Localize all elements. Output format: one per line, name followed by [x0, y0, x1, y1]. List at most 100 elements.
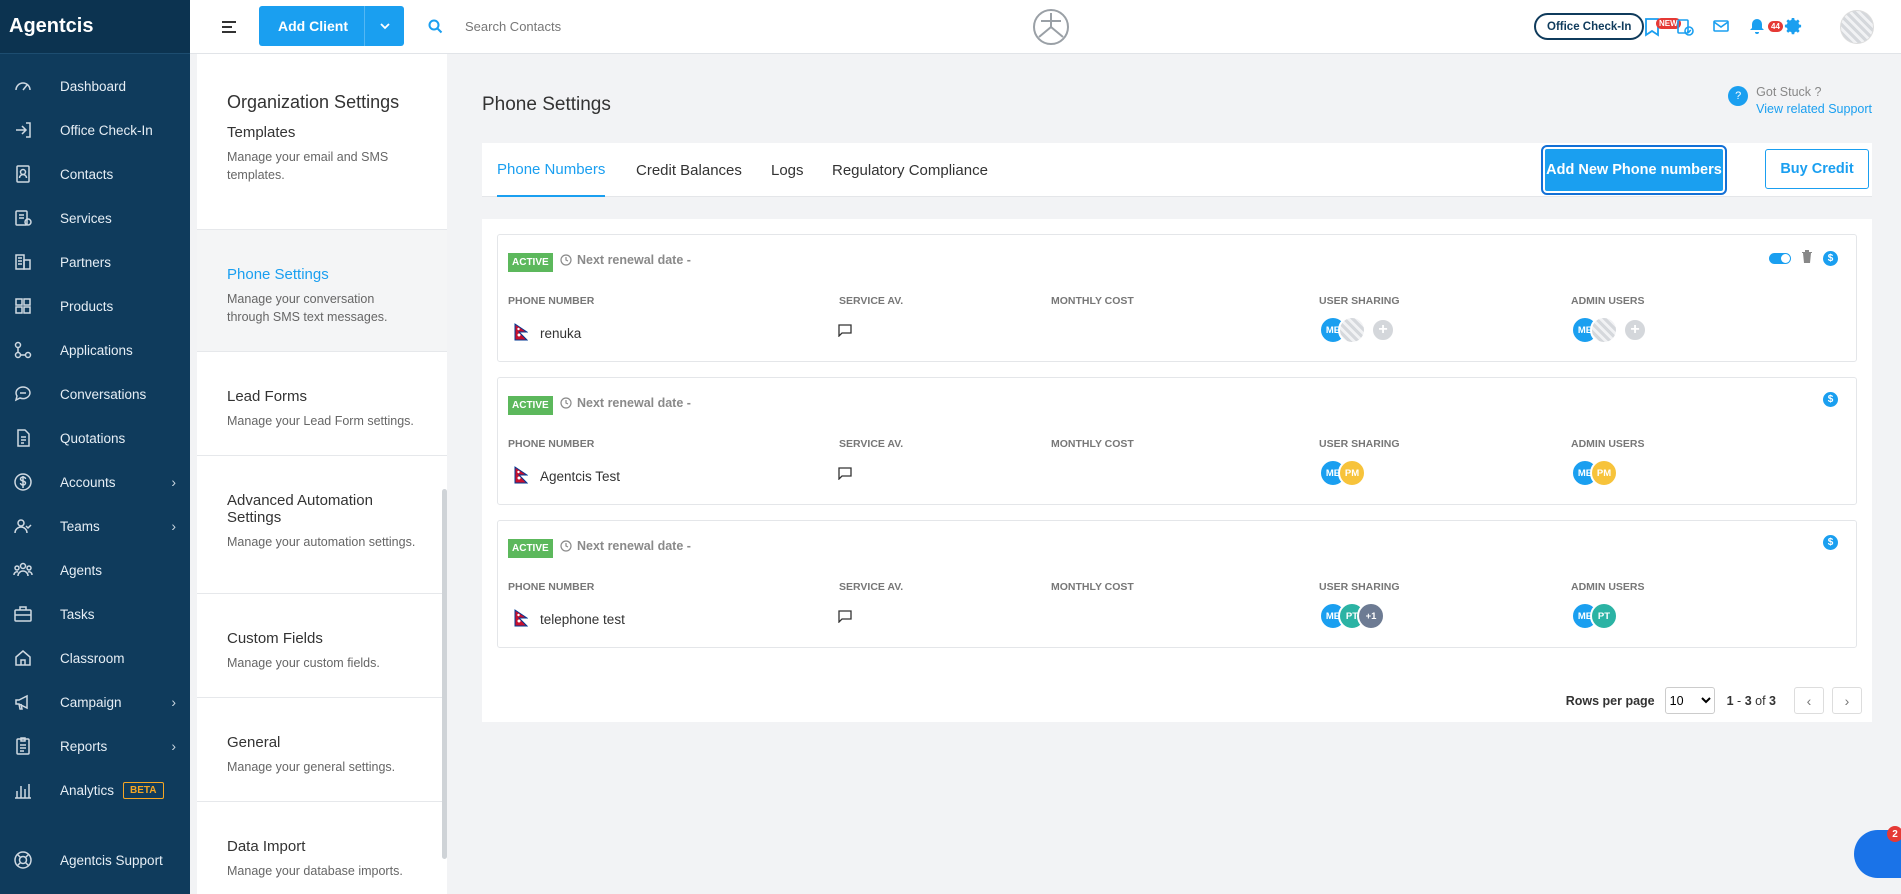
next-page-button[interactable]: ›	[1832, 687, 1862, 714]
beta-badge: BETA	[123, 781, 164, 799]
dollar-icon	[12, 471, 34, 493]
settings-item-title: General	[227, 734, 281, 751]
add-client-label: Add Client	[278, 18, 348, 34]
sidebar-item-conversations[interactable]: Conversations	[0, 372, 190, 416]
sidebar-item-reports[interactable]: Reports ›	[0, 724, 190, 768]
checkin-icon	[12, 119, 34, 141]
sidebar-item-label: Accounts	[60, 474, 116, 490]
sidebar-item-agents[interactable]: Agents	[0, 548, 190, 592]
settings-item-description: Manage your conversation through SMS tex…	[227, 292, 388, 324]
settings-item-lead-forms[interactable]: Lead Forms Manage your Lead Form settings…	[197, 352, 447, 456]
settings-item-description: Manage your general settings.	[227, 760, 396, 774]
prev-page-button[interactable]: ‹	[1794, 687, 1824, 714]
phone-card: ACTIVE Next renewal date - $ PHONE NUMBER SE…	[497, 520, 1857, 648]
settings-item-general[interactable]: General Manage your general settings.	[197, 698, 447, 802]
sidebar-item-label: Contacts	[60, 166, 114, 182]
tab-logs[interactable]: Logs	[771, 143, 804, 197]
settings-item-phone-settings[interactable]: Phone Settings Manage your conversation t…	[197, 230, 447, 352]
tab-credit-balances[interactable]: Credit Balances	[636, 143, 742, 197]
rows-per-page-select[interactable]: 10	[1664, 687, 1715, 714]
sidebar-item-label: Dashboard	[60, 78, 127, 94]
sidebar-item-label: Applications	[60, 342, 133, 358]
settings-item-description: Manage your automation settings.	[227, 535, 416, 549]
sidebar-item-tasks[interactable]: Tasks	[0, 592, 190, 636]
add-client-button[interactable]: Add Client	[259, 6, 404, 46]
settings-item-custom-fields[interactable]: Custom Fields Manage your custom fields.	[197, 594, 447, 698]
sidebar-item-products[interactable]: Products	[0, 284, 190, 328]
sidebar-item-applications[interactable]: Applications	[0, 328, 190, 372]
sidebar: Agentcis Dashboard Office Check-In Contact…	[0, 0, 190, 894]
renewal-date: Next renewal date -	[560, 539, 691, 553]
sidebar-item-label: Agents	[60, 562, 103, 578]
chevron-right-icon: ›	[171, 518, 176, 534]
tab-phone-numbers[interactable]: Phone Numbers	[497, 143, 606, 197]
help-question: Got Stuck ?	[1756, 85, 1822, 99]
settings-item-description: Manage your Lead Form settings.	[227, 414, 414, 428]
applications-icon	[12, 339, 34, 361]
dollar-icon[interactable]: $	[1823, 392, 1838, 407]
office-checkin-button[interactable]: Office Check-In	[1534, 13, 1645, 40]
settings-item-templates[interactable]: Templates Manage your email and SMS templ…	[197, 120, 447, 230]
col-admin-users: ADMIN USERS	[1571, 295, 1645, 307]
chevron-right-icon: ›	[171, 694, 176, 710]
mail-icon[interactable]	[1712, 17, 1732, 37]
user-avatar	[1338, 316, 1366, 344]
settings-scrollbar[interactable]	[442, 489, 447, 859]
view-support-link[interactable]: View related Support	[1756, 101, 1872, 118]
clipboard-icon	[12, 735, 34, 757]
settings-item-title: Data Import	[227, 838, 306, 855]
buy-credit-button[interactable]: Buy Credit	[1765, 149, 1869, 189]
add-user-button[interactable]: +	[1623, 318, 1647, 342]
nepal-flag-icon	[514, 609, 529, 630]
sidebar-item-office-check-in[interactable]: Office Check-In	[0, 108, 190, 152]
sidebar-item-teams[interactable]: Teams ›	[0, 504, 190, 548]
nepal-flag-icon	[514, 323, 529, 344]
col-monthly-cost: MONTHLY COST	[1051, 295, 1134, 307]
sidebar-item-classroom[interactable]: Classroom	[0, 636, 190, 680]
col-service: SERVICE AV.	[839, 295, 904, 307]
sidebar-item-label: Office Check-In	[60, 122, 153, 138]
trash-icon[interactable]	[1801, 249, 1813, 268]
status-toggle[interactable]	[1769, 253, 1791, 264]
admin-users-avatars: ME PT	[1571, 602, 1618, 630]
sidebar-item-contacts[interactable]: Contacts	[0, 152, 190, 196]
sidebar-item-services[interactable]: Services	[0, 196, 190, 240]
sidebar-item-label: Conversations	[60, 386, 147, 402]
sidebar-item-campaign[interactable]: Campaign ›	[0, 680, 190, 724]
col-service: SERVICE AV.	[839, 581, 904, 593]
megaphone-icon	[12, 691, 34, 713]
settings-menu: Organization Settings Templates Manage yo…	[197, 54, 447, 894]
add-user-button[interactable]: +	[1371, 318, 1395, 342]
renewal-date: Next renewal date -	[560, 396, 691, 410]
sidebar-item-partners[interactable]: Partners	[0, 240, 190, 284]
add-phone-number-button[interactable]: Add New Phone numbers	[1541, 145, 1727, 195]
team-icon	[12, 515, 34, 537]
sidebar-item-analytics[interactable]: Analytics BETA	[0, 768, 190, 812]
brand-logo[interactable]: Agentcis	[0, 0, 190, 54]
settings-item-title: Custom Fields	[227, 630, 323, 647]
sidebar-item-accounts[interactable]: Accounts ›	[0, 460, 190, 504]
chevron-down-icon[interactable]	[364, 6, 404, 46]
col-admin-users: ADMIN USERS	[1571, 581, 1645, 593]
bell-icon[interactable]	[1748, 17, 1768, 37]
user-sharing-avatars: ME PT +1	[1319, 602, 1385, 630]
dollar-icon[interactable]: $	[1823, 535, 1838, 550]
sidebar-item-dashboard[interactable]: Dashboard	[0, 64, 190, 108]
agents-icon	[12, 559, 34, 581]
settings-item-advanced-automation-settings[interactable]: Advanced Automation Settings Manage your …	[197, 456, 447, 594]
task-check-icon[interactable]	[1675, 17, 1695, 37]
sidebar-item-quotations[interactable]: Quotations	[0, 416, 190, 460]
menu-toggle-icon[interactable]	[220, 18, 238, 36]
search-icon[interactable]	[428, 19, 443, 39]
sidebar-item-support[interactable]: Agentcis Support	[0, 838, 190, 882]
gear-icon[interactable]	[1784, 17, 1804, 37]
dollar-icon[interactable]: $	[1823, 251, 1838, 266]
nepal-flag-icon	[514, 466, 529, 487]
tab-regulatory-compliance[interactable]: Regulatory Compliance	[832, 143, 988, 197]
settings-item-data-import[interactable]: Data Import Manage your database imports.	[197, 802, 447, 894]
search-input[interactable]	[465, 14, 765, 38]
sidebar-item-label: Classroom	[60, 650, 125, 666]
user-avatar[interactable]	[1840, 10, 1874, 44]
sidebar-item-label: Services	[60, 210, 112, 226]
sidebar-nav: Dashboard Office Check-In Contacts Services…	[0, 54, 190, 812]
